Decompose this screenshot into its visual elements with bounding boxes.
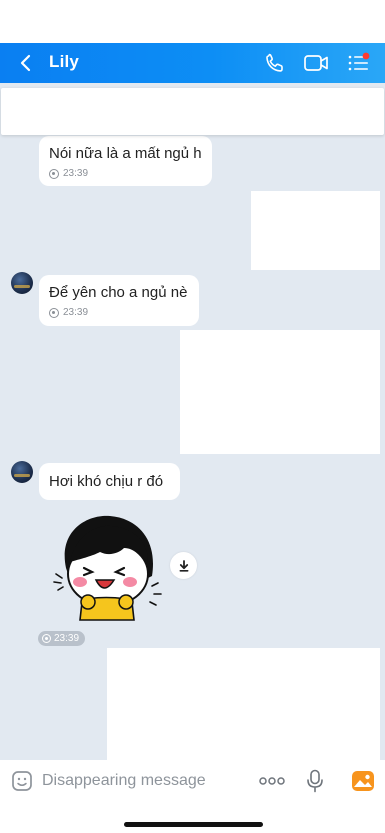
message-time: 23:39 — [49, 307, 189, 319]
image-gallery-icon[interactable] — [351, 770, 375, 792]
message-text: Để yên cho a ngủ nè — [49, 284, 188, 301]
sticker-image[interactable] — [48, 510, 163, 625]
microphone-icon[interactable] — [306, 769, 324, 793]
chat-header: Lily — [0, 43, 385, 83]
message-bubble[interactable]: Nói nữa là a mất ngủ h 23:39 — [39, 136, 212, 186]
message-time: 23:39 — [49, 168, 202, 180]
avatar[interactable] — [11, 461, 33, 483]
hidden-message — [107, 648, 380, 760]
more-options-icon[interactable] — [259, 776, 285, 786]
download-button[interactable] — [170, 552, 197, 579]
download-icon — [179, 559, 188, 572]
status-bar — [0, 0, 385, 43]
hidden-message — [251, 191, 380, 270]
video-call-icon[interactable] — [303, 51, 329, 75]
timer-icon — [42, 634, 51, 643]
sticker-emoji-icon[interactable] — [11, 770, 33, 792]
sticker-time: 23:39 — [38, 631, 86, 646]
home-indicator — [124, 822, 263, 827]
message-text: Nói nữa là a mất ngủ h — [49, 145, 202, 162]
timer-icon — [49, 169, 59, 179]
message-bubble[interactable]: Để yên cho a ngủ nè 23:39 — [39, 275, 199, 326]
notification-dot — [362, 52, 370, 60]
timer-icon — [49, 308, 59, 318]
phone-icon[interactable] — [262, 51, 288, 75]
message-input[interactable]: Disappearing message — [42, 772, 206, 790]
pinned-banner[interactable] — [1, 88, 384, 135]
avatar[interactable] — [11, 272, 33, 294]
chat-screen: Lily Nói nữa là a mất ngủ h 23:39 Để yên… — [0, 0, 385, 833]
back-icon[interactable] — [14, 51, 38, 75]
message-text: Hơi khó chịu r đó — [49, 473, 164, 490]
menu-list-icon[interactable] — [346, 51, 372, 75]
message-bubble[interactable]: Hơi khó chịu r đó — [39, 463, 180, 500]
contact-name[interactable]: Lily — [49, 52, 79, 72]
hidden-message — [180, 330, 380, 454]
